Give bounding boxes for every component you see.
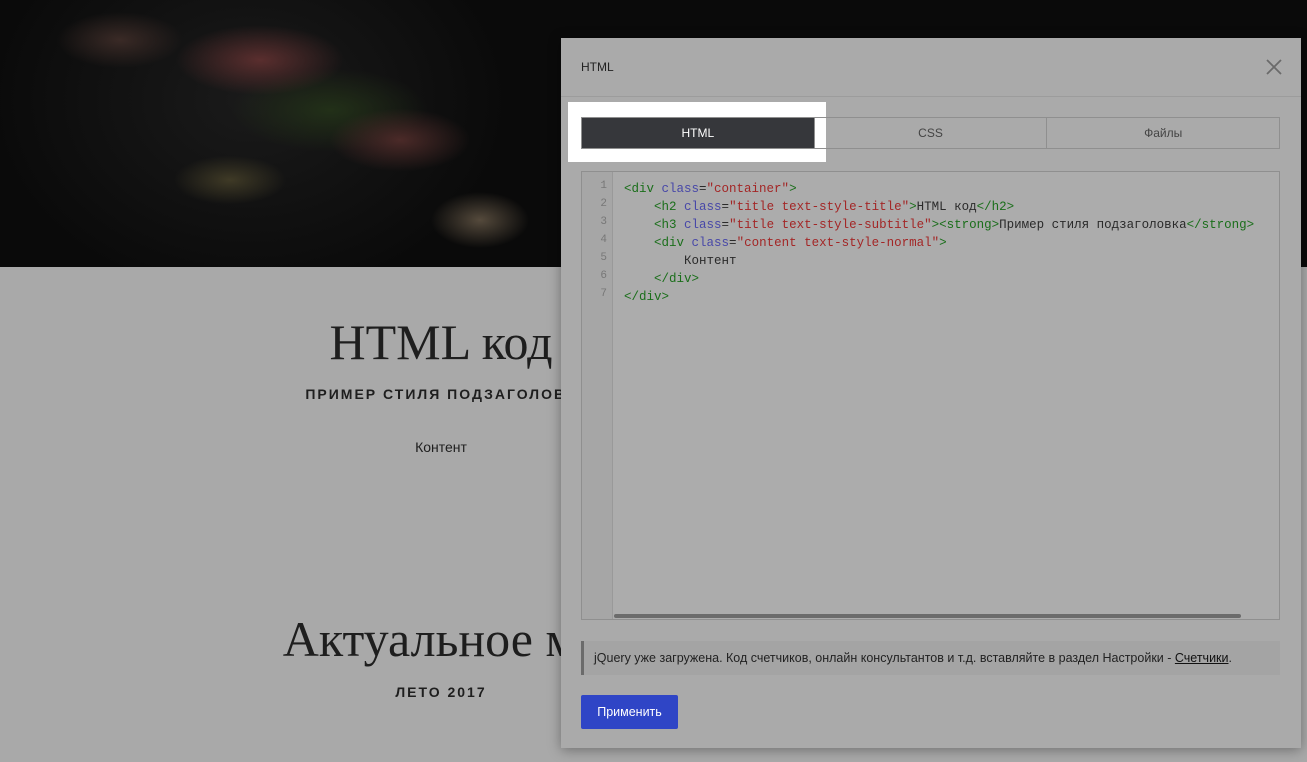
code-text[interactable]: <div class="container"> <h2 class="title…	[624, 180, 1254, 306]
line-number: 1	[600, 180, 607, 192]
code-line: </div>	[624, 270, 1254, 288]
code-line: <div class="container">	[624, 180, 1254, 198]
code-editor[interactable]: 1 2 3 4 5 6 7 <div class="container"> <h…	[581, 171, 1280, 620]
code-token: HTML код	[916, 200, 977, 214]
editor-tabs: HTML CSS Файлы	[581, 117, 1280, 149]
modal-header: HTML	[561, 38, 1301, 97]
code-token: class	[684, 218, 722, 232]
hint-end: .	[1228, 651, 1232, 665]
line-number: 2	[600, 198, 607, 210]
hint-text: jQuery уже загружена. Код счетчиков, онл…	[594, 651, 1175, 665]
code-token: >	[909, 200, 917, 214]
code-token: Пример стиля подзаголовка	[999, 218, 1187, 232]
line-number: 6	[600, 270, 607, 282]
code-line: <div class="content text-style-normal">	[624, 234, 1254, 252]
modal-title: HTML	[581, 60, 614, 74]
code-token: >	[789, 182, 797, 196]
code-token: </h2>	[976, 200, 1015, 214]
tab-html[interactable]: HTML	[582, 118, 814, 148]
code-token: class	[661, 182, 700, 196]
code-token: <h3	[654, 218, 685, 232]
code-token: class	[691, 236, 730, 250]
code-token: <div	[624, 182, 662, 196]
code-token: <h2	[654, 200, 685, 214]
close-icon	[1266, 59, 1282, 75]
code-token: </div>	[624, 290, 670, 304]
code-token: </strong>	[1186, 218, 1255, 232]
code-token: ><strong>	[931, 218, 1000, 232]
code-token: <div	[654, 236, 692, 250]
code-token: "container"	[706, 182, 790, 196]
counters-link[interactable]: Счетчики	[1175, 651, 1229, 665]
html-editor-modal: HTML HTML CSS Файлы 1 2 3 4 5 6 7 <div c…	[561, 38, 1301, 748]
code-token: =	[699, 182, 707, 196]
tab-css[interactable]: CSS	[813, 118, 1047, 148]
code-token: class	[684, 200, 722, 214]
code-token: "content text-style-normal"	[736, 236, 940, 250]
horizontal-scrollbar[interactable]	[614, 614, 1241, 618]
line-number: 3	[600, 216, 607, 228]
code-token: "title text-style-subtitle"	[729, 218, 932, 232]
line-number: 7	[600, 288, 607, 300]
code-line: Контент	[624, 252, 1254, 270]
code-line: <h2 class="title text-style-title">HTML …	[624, 198, 1254, 216]
code-line: </div>	[624, 288, 1254, 306]
line-number-gutter: 1 2 3 4 5 6 7	[582, 172, 613, 619]
line-number: 5	[600, 252, 607, 264]
code-token: >	[939, 236, 947, 250]
code-line: <h3 class="title text-style-subtitle"><s…	[624, 216, 1254, 234]
tab-files[interactable]: Файлы	[1046, 118, 1279, 148]
jquery-hint: jQuery уже загружена. Код счетчиков, онл…	[581, 641, 1280, 675]
apply-button[interactable]: Применить	[581, 695, 678, 729]
code-token: =	[721, 200, 730, 214]
code-token: =	[721, 218, 730, 232]
close-button[interactable]	[1265, 58, 1283, 76]
code-token: </div>	[654, 272, 700, 286]
line-number: 4	[600, 234, 607, 246]
code-token: =	[729, 236, 737, 250]
code-token: "title text-style-title"	[729, 200, 910, 214]
code-token: Контент	[624, 254, 737, 268]
